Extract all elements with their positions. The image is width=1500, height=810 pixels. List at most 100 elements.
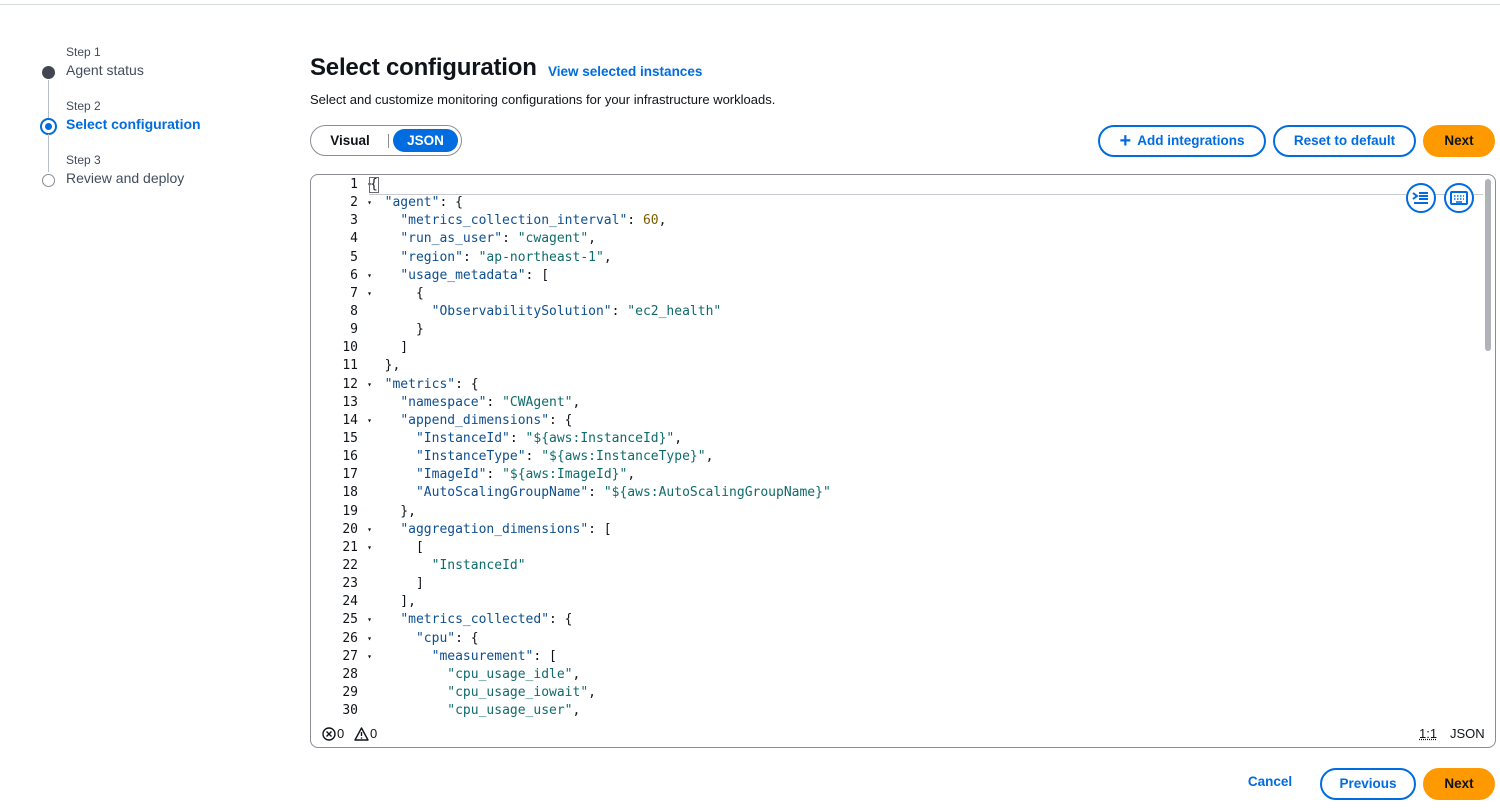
line-number: 4 — [350, 231, 358, 247]
step-agent-status[interactable]: Step 1 Agent status — [40, 44, 260, 118]
line-number: 2 ▾ — [311, 194, 372, 212]
reset-to-default-button[interactable]: Reset to default — [1273, 125, 1416, 157]
error-icon — [322, 727, 336, 741]
code-line[interactable]: "usage_metadata": [ — [369, 267, 831, 285]
toggle-json[interactable]: JSON — [393, 129, 458, 152]
next-button[interactable]: Next — [1423, 768, 1495, 800]
editor-status-bar: 0 0 1:1 JSON — [311, 720, 1495, 747]
step-complete-icon — [42, 66, 55, 79]
line-number: 30 — [342, 703, 358, 719]
cursor-position[interactable]: 1:1 — [1419, 726, 1437, 741]
line-number: 29 — [342, 684, 358, 700]
warnings-indicator[interactable]: 0 — [354, 726, 377, 741]
toggle-separator — [388, 134, 389, 148]
line-number: 28 — [342, 666, 358, 682]
json-code-editor[interactable]: 1 ▾ 2 ▾ 3 4 5 6 ▾ 7 ▾ 8 9 10 11 12 ▾ 13 14 ▾ 15 16 17 18 19 20 ▾ 21… — [310, 174, 1496, 748]
step-caption: Step 3 — [66, 153, 101, 167]
line-number: 24 — [342, 594, 358, 610]
add-integrations-label: Add integrations — [1137, 133, 1245, 148]
code-line[interactable]: }, — [369, 357, 831, 375]
line-number: 22 — [342, 557, 358, 573]
plus-icon: + — [1119, 130, 1132, 152]
step-select-configuration[interactable]: Step 2 Select configuration — [40, 98, 260, 172]
line-number: 5 — [350, 249, 358, 265]
code-line[interactable]: "metrics_collected": { — [369, 611, 831, 629]
code-line[interactable]: "metrics": { — [369, 376, 831, 394]
view-mode-toggle: Visual JSON — [310, 125, 462, 156]
step-title: Select configuration — [66, 116, 201, 132]
line-number: 10 — [342, 340, 358, 356]
step-caption: Step 2 — [66, 99, 101, 113]
line-number: 3 — [350, 213, 358, 229]
line-number: 27 ▾ — [311, 648, 372, 666]
code-line[interactable]: "measurement": [ — [369, 648, 831, 666]
code-line[interactable]: "ImageId": "${aws:ImageId}", — [369, 466, 831, 484]
line-number: 19 — [342, 503, 358, 519]
line-number: 26 ▾ — [311, 630, 372, 648]
code-line[interactable]: ], — [369, 593, 831, 611]
step-title: Review and deploy — [66, 170, 185, 186]
previous-button[interactable]: Previous — [1320, 768, 1416, 800]
code-line[interactable]: "cpu_usage_user", — [369, 702, 831, 720]
code-line[interactable]: { — [369, 176, 831, 194]
toggle-visual[interactable]: Visual — [315, 129, 385, 152]
code-line[interactable]: "metrics_collection_interval": 60, — [369, 212, 831, 230]
wizard-steps: Step 1 Agent status Step 2 Select config… — [40, 44, 260, 206]
line-number: 18 — [342, 485, 358, 501]
line-number: 14 ▾ — [311, 412, 372, 430]
line-number: 17 — [342, 467, 358, 483]
step-review-and-deploy: Step 3 Review and deploy — [40, 152, 260, 206]
code-line[interactable]: "append_dimensions": { — [369, 412, 831, 430]
code-line[interactable]: "region": "ap-northeast-1", — [369, 249, 831, 267]
line-number: 25 ▾ — [311, 611, 372, 629]
editor-language: JSON — [1450, 726, 1485, 741]
code-line[interactable]: "InstanceId" — [369, 557, 831, 575]
code-line[interactable]: "aggregation_dimensions": [ — [369, 521, 831, 539]
code-line[interactable]: }, — [369, 503, 831, 521]
line-number: 1 ▾ — [311, 176, 372, 194]
editor-scrollbar[interactable] — [1484, 177, 1492, 719]
code-line[interactable]: "AutoScalingGroupName": "${aws:AutoScali… — [369, 484, 831, 502]
line-number: 6 ▾ — [311, 267, 372, 285]
line-number: 11 — [342, 358, 358, 374]
code-line[interactable]: "agent": { — [369, 194, 831, 212]
line-number: 20 ▾ — [311, 521, 372, 539]
step-pending-icon — [42, 174, 55, 187]
code-line[interactable]: ] — [369, 575, 831, 593]
code-lines[interactable]: { "agent": { "metrics_collection_interva… — [369, 176, 831, 720]
error-count: 0 — [337, 726, 345, 741]
next-button-top[interactable]: Next — [1423, 125, 1495, 157]
code-line[interactable]: "cpu_usage_iowait", — [369, 684, 831, 702]
code-line[interactable]: "cpu": { — [369, 630, 831, 648]
code-line[interactable]: "InstanceType": "${aws:InstanceType}", — [369, 448, 831, 466]
code-area[interactable]: 1 ▾ 2 ▾ 3 4 5 6 ▾ 7 ▾ 8 9 10 11 12 ▾ 13 14 ▾ 15 16 17 18 19 20 ▾ 21… — [311, 176, 1483, 720]
line-number: 13 — [342, 394, 358, 410]
page-title: Select configuration — [310, 54, 537, 81]
code-line[interactable]: "cpu_usage_idle", — [369, 666, 831, 684]
errors-indicator[interactable]: 0 — [322, 726, 344, 741]
code-line[interactable]: "InstanceId": "${aws:InstanceId}", — [369, 430, 831, 448]
keyboard-settings-icon[interactable] — [1444, 183, 1474, 213]
code-line[interactable]: } — [369, 321, 831, 339]
cancel-button[interactable]: Cancel — [1238, 768, 1302, 800]
line-number-gutter: 1 ▾ 2 ▾ 3 4 5 6 ▾ 7 ▾ 8 9 10 11 12 ▾ 13 14 ▾ 15 16 17 18 19 20 ▾ 21… — [311, 176, 372, 720]
code-line[interactable]: "ObservabilitySolution": "ec2_health" — [369, 303, 831, 321]
step-title: Agent status — [66, 62, 144, 78]
line-number: 8 — [350, 303, 358, 319]
code-line[interactable]: { — [369, 285, 831, 303]
step-current-icon — [40, 118, 57, 135]
step-caption: Step 1 — [66, 45, 101, 59]
view-selected-instances-link[interactable]: View selected instances — [548, 64, 702, 79]
code-line[interactable]: "run_as_user": "cwagent", — [369, 230, 831, 248]
line-number: 7 ▾ — [311, 285, 372, 303]
code-line[interactable]: ] — [369, 339, 831, 357]
scrollbar-thumb[interactable] — [1485, 179, 1491, 351]
line-number: 16 — [342, 449, 358, 465]
code-line[interactable]: "namespace": "CWAgent", — [369, 394, 831, 412]
format-code-icon[interactable] — [1406, 183, 1436, 213]
line-number: 12 ▾ — [311, 376, 372, 394]
add-integrations-button[interactable]: + Add integrations — [1098, 125, 1266, 157]
code-line[interactable]: [ — [369, 539, 831, 557]
line-number: 9 — [350, 322, 358, 338]
warning-icon — [354, 727, 369, 741]
